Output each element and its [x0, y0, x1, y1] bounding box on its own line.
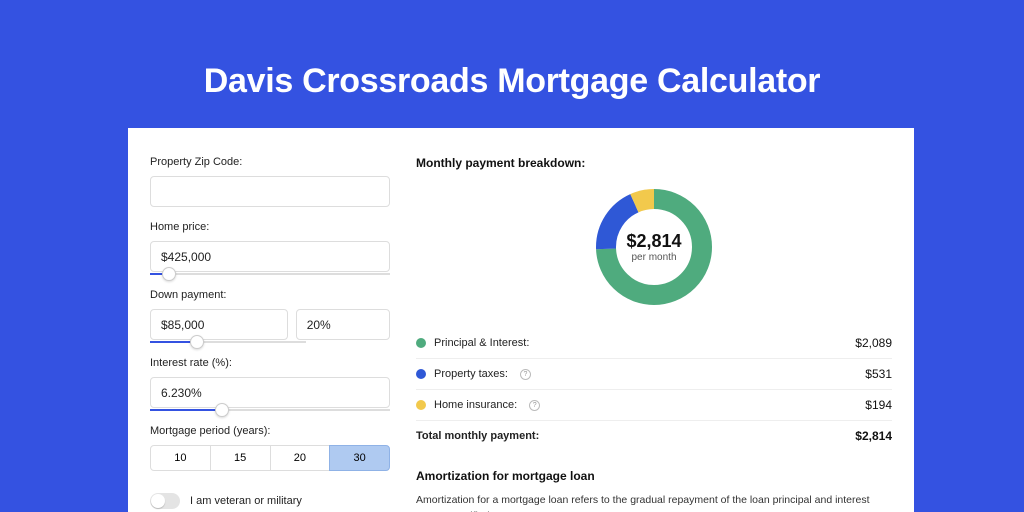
legend-ins-val: $194: [865, 398, 892, 412]
veteran-toggle-knob: [151, 494, 165, 508]
label-down: Down payment:: [150, 289, 390, 301]
amort-text: Amortization for a mortgage loan refers …: [416, 493, 892, 512]
legend-tax-left: Property taxes: ?: [416, 368, 531, 380]
input-down-amount[interactable]: [150, 309, 288, 340]
veteran-row: I am veteran or military: [150, 493, 390, 509]
veteran-toggle[interactable]: [150, 493, 180, 509]
legend-tax: Property taxes: ? $531: [416, 359, 892, 390]
label-rate: Interest rate (%):: [150, 357, 390, 369]
field-price: Home price:: [150, 221, 390, 275]
donut-chart: $2,814 per month: [591, 184, 717, 310]
slider-price-thumb[interactable]: [162, 267, 176, 281]
label-period: Mortgage period (years):: [150, 425, 390, 437]
breakdown-title: Monthly payment breakdown:: [416, 156, 892, 170]
breakdown-panel: Monthly payment breakdown:: [416, 156, 892, 512]
amort-title: Amortization for mortgage loan: [416, 469, 892, 483]
period-20[interactable]: 20: [270, 445, 331, 471]
legend-pi-label: Principal & Interest:: [434, 337, 529, 349]
legend-pi: Principal & Interest: $2,089: [416, 328, 892, 359]
field-period: Mortgage period (years): 10 15 20 30: [150, 425, 390, 471]
legend-ins: Home insurance: ? $194: [416, 390, 892, 421]
label-zip: Property Zip Code:: [150, 156, 390, 168]
legend-tax-label: Property taxes:: [434, 368, 508, 380]
donut-amount: $2,814: [626, 231, 681, 252]
legend-total: Total monthly payment: $2,814: [416, 421, 892, 451]
legend-pi-val: $2,089: [855, 336, 892, 350]
field-zip: Property Zip Code:: [150, 156, 390, 207]
slider-rate-thumb[interactable]: [215, 403, 229, 417]
legend-total-label: Total monthly payment:: [416, 430, 539, 442]
page-root: Davis Crossroads Mortgage Calculator Pro…: [0, 0, 1024, 512]
input-rate[interactable]: [150, 377, 390, 408]
legend-total-val: $2,814: [855, 429, 892, 443]
period-15[interactable]: 15: [210, 445, 271, 471]
info-icon-ins[interactable]: ?: [529, 400, 540, 411]
legend-ins-left: Home insurance: ?: [416, 399, 540, 411]
input-down-pct[interactable]: [296, 309, 390, 340]
slider-down-thumb[interactable]: [190, 335, 204, 349]
slider-down[interactable]: [150, 341, 306, 343]
field-rate: Interest rate (%):: [150, 357, 390, 411]
card-inner: Property Zip Code: Home price: Down paym…: [128, 128, 914, 512]
donut-sub: per month: [631, 252, 676, 263]
legend-tax-val: $531: [865, 367, 892, 381]
veteran-label: I am veteran or military: [190, 495, 302, 507]
period-10[interactable]: 10: [150, 445, 211, 471]
input-price[interactable]: [150, 241, 390, 272]
form-panel: Property Zip Code: Home price: Down paym…: [150, 156, 390, 512]
input-zip[interactable]: [150, 176, 390, 207]
dot-pi: [416, 338, 426, 348]
label-price: Home price:: [150, 221, 390, 233]
period-30[interactable]: 30: [329, 445, 390, 471]
legend-pi-left: Principal & Interest:: [416, 337, 529, 349]
legend-total-left: Total monthly payment:: [416, 430, 539, 442]
row-down: [150, 309, 390, 340]
period-group: 10 15 20 30: [150, 445, 390, 471]
donut-wrap: $2,814 per month: [416, 184, 892, 310]
slider-rate[interactable]: [150, 409, 390, 411]
slider-price[interactable]: [150, 273, 390, 275]
field-down: Down payment:: [150, 289, 390, 343]
dot-tax: [416, 369, 426, 379]
calculator-card: Property Zip Code: Home price: Down paym…: [128, 128, 914, 512]
info-icon-tax[interactable]: ?: [520, 369, 531, 380]
slider-rate-fill: [150, 409, 222, 411]
dot-ins: [416, 400, 426, 410]
legend-ins-label: Home insurance:: [434, 399, 517, 411]
donut-center: $2,814 per month: [591, 184, 717, 310]
page-title: Davis Crossroads Mortgage Calculator: [0, 0, 1024, 101]
